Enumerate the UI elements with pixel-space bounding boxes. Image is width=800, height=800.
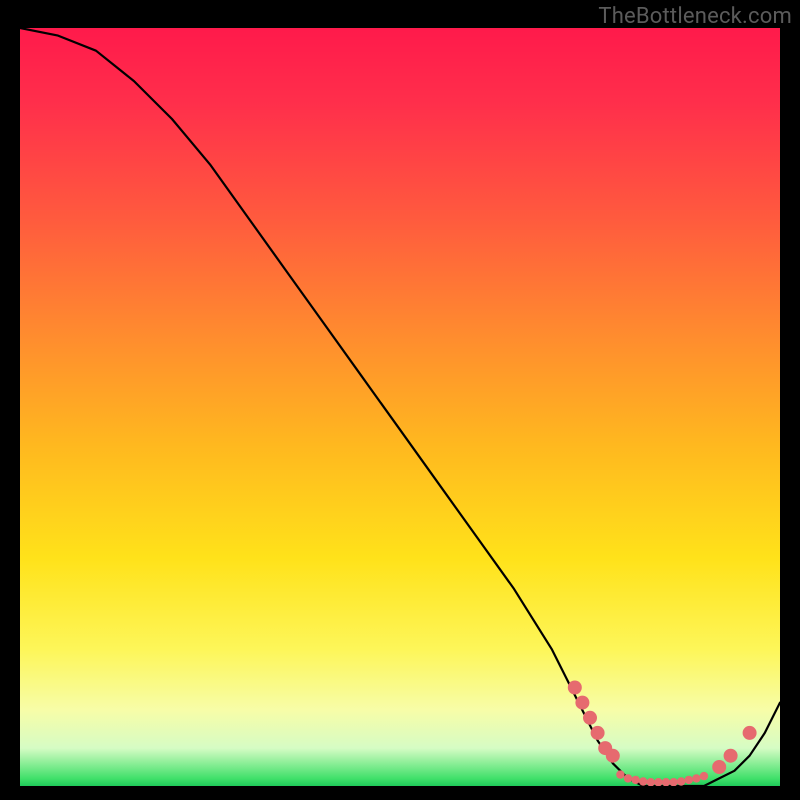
highlight-dot [743,726,757,740]
plot-area [20,28,780,786]
highlight-dot [724,749,738,763]
highlight-dot [677,777,685,785]
highlight-dots-group [568,681,757,787]
curve-layer [20,28,780,786]
highlight-dot [616,770,624,778]
highlight-dot [662,778,670,786]
highlight-dot [624,774,632,782]
highlight-dot [568,681,582,695]
highlight-dot [583,711,597,725]
highlight-dot [654,778,662,786]
highlight-dot [631,776,639,784]
highlight-dot [639,777,647,785]
highlight-dot [606,749,620,763]
highlight-dot [685,776,693,784]
highlight-dot [591,726,605,740]
chart-frame: TheBottleneck.com [0,0,800,800]
bottleneck-curve [20,28,780,786]
highlight-dot [669,778,677,786]
highlight-dot [692,774,700,782]
highlight-dot [575,696,589,710]
highlight-dot [647,778,655,786]
highlight-dot [700,772,708,780]
highlight-dot [712,760,726,774]
watermark-text: TheBottleneck.com [598,4,792,29]
